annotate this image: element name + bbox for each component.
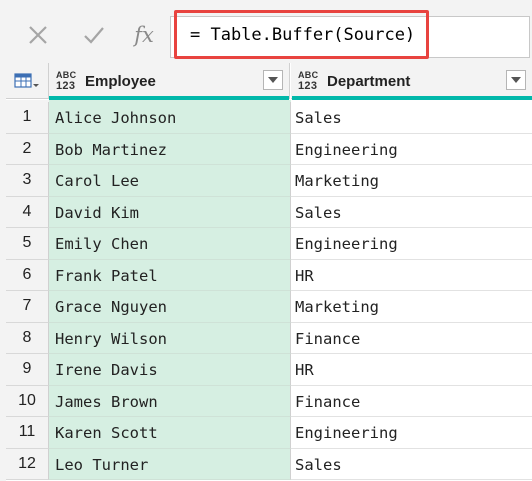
commit-button[interactable] [74, 15, 114, 55]
cell-text: David Kim [55, 203, 139, 222]
cell-employee[interactable]: Grace Nguyen [49, 291, 291, 323]
cell-department[interactable]: Marketing [291, 165, 532, 197]
cell-department[interactable]: Marketing [291, 291, 532, 323]
row-number[interactable]: 9 [6, 354, 49, 386]
cell-text: HR [295, 266, 314, 285]
cell-text: Alice Johnson [55, 109, 177, 127]
cell-text: Finance [295, 392, 361, 411]
cell-employee[interactable]: Bob Martinez [49, 133, 291, 165]
cell-text: Karen Scott [55, 424, 158, 442]
column-filter-button[interactable] [263, 70, 283, 90]
row-number[interactable]: 11 [6, 417, 49, 449]
column-title: Employee [85, 73, 156, 90]
cell-text: James Brown [55, 392, 158, 411]
column-header-department[interactable]: ABC 123 Department [291, 63, 532, 99]
cell-department[interactable]: Sales [291, 102, 532, 134]
cell-employee[interactable]: Irene Davis [49, 354, 291, 386]
formula-highlight-box [174, 10, 429, 59]
any-type-icon[interactable]: ABC 123 [298, 70, 322, 92]
cell-text: Engineering [295, 235, 398, 253]
cell-text: Frank Patel [55, 266, 158, 285]
cell-text: Emily Chen [55, 235, 149, 253]
cell-text: Sales [295, 203, 342, 222]
table-icon [14, 72, 39, 88]
table-row[interactable]: 7 Grace Nguyen Marketing [6, 291, 532, 323]
cell-department[interactable]: Engineering [291, 133, 532, 165]
cell-department[interactable]: Sales [291, 196, 532, 228]
cell-text: Marketing [295, 298, 379, 316]
row-number[interactable]: 10 [6, 385, 49, 417]
cell-text: Grace Nguyen [55, 298, 167, 316]
table-row[interactable]: 9 Irene Davis HR [6, 354, 532, 386]
cell-department[interactable]: Sales [291, 448, 532, 480]
cell-text: Engineering [295, 424, 398, 442]
row-number[interactable]: 7 [6, 291, 49, 323]
cell-employee[interactable]: Karen Scott [49, 417, 291, 449]
cell-employee[interactable]: Carol Lee [49, 165, 291, 197]
row-number[interactable]: 5 [6, 228, 49, 260]
cell-department[interactable]: HR [291, 354, 532, 386]
column-filter-button[interactable] [506, 70, 526, 90]
fx-button[interactable]: fx [124, 15, 164, 55]
row-number[interactable]: 3 [6, 165, 49, 197]
cell-text: Irene Davis [55, 361, 158, 379]
cell-text: Carol Lee [55, 172, 139, 190]
formula-bar: fx = Table.Buffer(Source) [0, 0, 532, 64]
cell-text: Marketing [295, 172, 379, 190]
chevron-down-icon [511, 77, 521, 83]
any-type-icon[interactable]: ABC 123 [56, 70, 80, 92]
cell-department[interactable]: Engineering [291, 228, 532, 260]
cell-text: Bob Martinez [55, 140, 167, 159]
table-row[interactable]: 1 Alice Johnson Sales [6, 102, 532, 134]
x-icon [29, 26, 47, 44]
column-header-employee[interactable]: ABC 123 Employee [49, 63, 290, 99]
cell-department[interactable]: HR [291, 259, 532, 291]
cell-employee[interactable]: Alice Johnson [49, 102, 291, 134]
table-row[interactable]: 3 Carol Lee Marketing [6, 165, 532, 197]
cell-employee[interactable]: Frank Patel [49, 259, 291, 291]
cell-employee[interactable]: Henry Wilson [49, 322, 291, 354]
row-number[interactable]: 8 [6, 322, 49, 354]
table-row[interactable]: 10 James Brown Finance [6, 385, 532, 417]
cell-employee[interactable]: Leo Turner [49, 448, 291, 480]
table-menu-button[interactable] [6, 63, 49, 99]
cell-employee[interactable]: James Brown [49, 385, 291, 417]
cell-department[interactable]: Finance [291, 322, 532, 354]
chevron-down-icon [268, 77, 278, 83]
cell-text: Sales [295, 455, 342, 474]
cell-employee[interactable]: David Kim [49, 196, 291, 228]
cell-text: Finance [295, 329, 361, 348]
row-number[interactable]: 1 [6, 102, 49, 134]
cell-text: Engineering [295, 140, 398, 159]
cell-department[interactable]: Finance [291, 385, 532, 417]
column-quality-bar [292, 96, 532, 100]
cell-text: Sales [295, 109, 342, 127]
cell-employee[interactable]: Emily Chen [49, 228, 291, 260]
row-number[interactable]: 12 [6, 448, 49, 480]
table-row[interactable]: 6 Frank Patel HR [6, 259, 532, 291]
row-number[interactable]: 4 [6, 196, 49, 228]
check-icon [84, 27, 104, 44]
data-grid: ABC 123 Employee ABC 123 Department 1 Ali… [6, 63, 532, 481]
column-title: Department [327, 73, 411, 90]
cell-text: Leo Turner [55, 455, 149, 474]
cell-text: Henry Wilson [55, 329, 167, 348]
table-row[interactable]: 8 Henry Wilson Finance [6, 322, 532, 354]
table-row[interactable]: 11 Karen Scott Engineering [6, 417, 532, 449]
table-row[interactable]: 4 David Kim Sales [6, 196, 532, 228]
table-row[interactable]: 12 Leo Turner Sales [6, 448, 532, 480]
table-row[interactable]: 2 Bob Martinez Engineering [6, 133, 532, 165]
row-number[interactable]: 2 [6, 133, 49, 165]
cell-department[interactable]: Engineering [291, 417, 532, 449]
table-row[interactable]: 5 Emily Chen Engineering [6, 228, 532, 260]
cell-text: HR [295, 361, 314, 379]
row-number[interactable]: 6 [6, 259, 49, 291]
cancel-button[interactable] [18, 15, 58, 55]
